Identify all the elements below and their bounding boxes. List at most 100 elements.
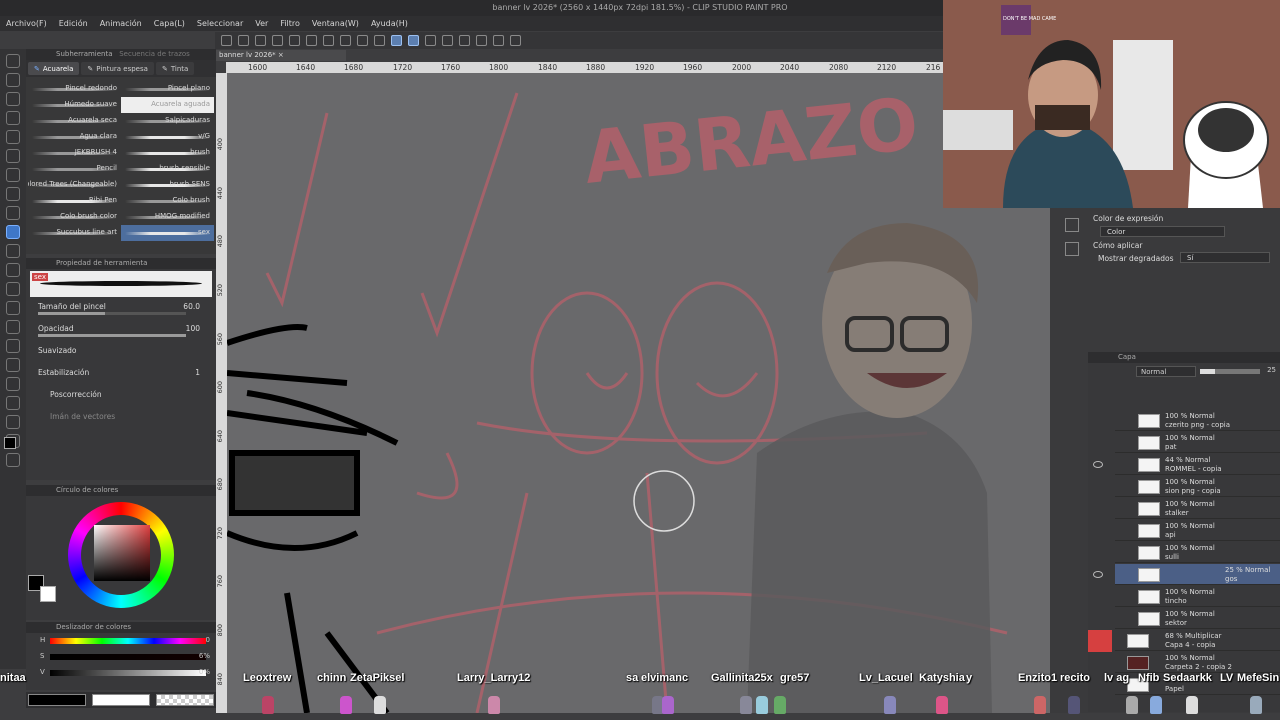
auto-select-tool-icon[interactable] <box>6 149 20 163</box>
menu-filtro[interactable]: Filtro <box>280 19 300 28</box>
brush-item[interactable]: Húmedo suave <box>28 97 121 113</box>
frame-tool-icon[interactable] <box>6 377 20 391</box>
layer-row-selected[interactable]: 25 % Normal gos <box>1093 564 1280 585</box>
brush-item[interactable]: JEKBRUSH 4 <box>28 145 121 161</box>
brush-item[interactable]: Colo brush <box>121 193 214 209</box>
document-tab[interactable]: banner lv 2026* × <box>216 50 346 61</box>
decoration-tool-icon[interactable] <box>6 263 20 277</box>
text-tool-icon[interactable] <box>6 415 20 429</box>
layer-property-icon[interactable] <box>1065 218 1079 232</box>
menu-ayuda[interactable]: Ayuda(H) <box>371 19 408 28</box>
layer-row[interactable]: 100 % Normal Carpeta 2 - copia 2 <box>1115 652 1280 673</box>
brush-tool-icon[interactable] <box>6 225 20 239</box>
open-file-icon[interactable] <box>238 35 249 46</box>
smoothing-row[interactable]: Suavizado <box>26 343 216 365</box>
menu-ver[interactable]: Ver <box>255 19 268 28</box>
brush-item[interactable]: Colored Trees (Changeable) <box>28 177 121 193</box>
layer-row[interactable]: 100 % Normal czerito png - copia <box>1115 410 1280 431</box>
brush-item[interactable]: HMOG modified <box>121 209 214 225</box>
brush-item[interactable]: Succubus line art <box>28 225 121 241</box>
zoom-tool-icon[interactable] <box>6 54 20 68</box>
expression-color-dropdown[interactable]: Color <box>1100 226 1225 237</box>
figure-tool-icon[interactable] <box>6 358 20 372</box>
pencil-tool-icon[interactable] <box>6 206 20 220</box>
transform-icon[interactable] <box>340 35 351 46</box>
saturation-value-square[interactable] <box>94 525 150 581</box>
close-tab-icon[interactable]: × <box>278 51 284 59</box>
layer-row[interactable]: 100 % Normal api <box>1115 520 1280 541</box>
layer-row[interactable]: 100 % Normal pat <box>1115 432 1280 453</box>
ruler-tool-icon[interactable] <box>6 396 20 410</box>
undo-icon[interactable] <box>272 35 283 46</box>
layer-opacity-slider[interactable] <box>1200 369 1260 374</box>
layer-row[interactable]: 100 % Normal sulli <box>1115 542 1280 563</box>
slider-h[interactable]: H0 <box>26 633 216 649</box>
brush-item[interactable]: Pincel plano <box>121 81 214 97</box>
brush-item[interactable]: Agua clara <box>28 129 121 145</box>
brush-item[interactable]: Salpicaduras <box>121 113 214 129</box>
post-correction-row[interactable]: Poscorrección <box>26 387 216 409</box>
pen-tool-icon[interactable] <box>6 187 20 201</box>
zoom-fit-icon[interactable] <box>476 35 487 46</box>
blend-mode-dropdown[interactable]: Normal <box>1136 366 1196 377</box>
brush-item[interactable]: Pencil <box>28 161 121 177</box>
snap-grid-icon[interactable] <box>425 35 436 46</box>
slider-s[interactable]: S 6% <box>26 649 216 665</box>
selection-tool-icon[interactable] <box>6 130 20 144</box>
snap-ruler-icon[interactable] <box>391 35 402 46</box>
move-tool-icon[interactable] <box>6 73 20 87</box>
layer-row[interactable]: 44 % Normal ROMMEL - copia <box>1093 454 1280 475</box>
fill-tool-icon[interactable] <box>6 320 20 334</box>
brush-item[interactable]: brush SENS <box>121 177 214 193</box>
settings-icon[interactable] <box>510 35 521 46</box>
flip-icon[interactable] <box>459 35 470 46</box>
crop-icon[interactable] <box>374 35 385 46</box>
new-file-icon[interactable] <box>221 35 232 46</box>
menu-archivo[interactable]: Archivo(F) <box>6 19 47 28</box>
layer-row[interactable]: 100 % Normal tincho <box>1115 586 1280 607</box>
fill-icon[interactable] <box>323 35 334 46</box>
menu-animacion[interactable]: Animación <box>100 19 142 28</box>
drawing-canvas[interactable]: ABRAZO <box>227 73 1050 713</box>
move-layer-tool-icon[interactable] <box>6 111 20 125</box>
layer-row[interactable]: 100 % Normal sion png - copia <box>1115 476 1280 497</box>
sub-color-chip[interactable] <box>40 586 56 602</box>
help-icon[interactable] <box>442 35 453 46</box>
brush-item[interactable]: Bibi Pen <box>28 193 121 209</box>
opacity-row[interactable]: Opacidad 100 <box>26 321 216 343</box>
eraser-tool-icon[interactable] <box>6 282 20 296</box>
brush-size-row[interactable]: Tamaño del pincel 60.0 <box>26 299 216 321</box>
blend-tool-icon[interactable] <box>6 301 20 315</box>
airbrush-tool-icon[interactable] <box>6 244 20 258</box>
operation-tool-icon[interactable] <box>6 92 20 106</box>
tab-acuarela[interactable]: ✎ Acuarela <box>28 62 80 75</box>
tab-tinta[interactable]: ✎ Tinta <box>155 62 195 75</box>
menu-ventana[interactable]: Ventana(W) <box>312 19 359 28</box>
menu-capa[interactable]: Capa(L) <box>154 19 185 28</box>
gradient-tool-icon[interactable] <box>6 339 20 353</box>
stabilization-row[interactable]: Estabilización 1 <box>26 365 216 387</box>
layer-row[interactable]: 100 % Normal stalker <box>1115 498 1280 519</box>
gradients-dropdown[interactable]: Sí <box>1180 252 1270 263</box>
visibility-eye-icon[interactable] <box>1093 461 1103 468</box>
brush-item[interactable]: brush sensible <box>121 161 214 177</box>
brush-item[interactable]: Pincel redondo <box>28 81 121 97</box>
correct-line-tool-icon[interactable] <box>6 453 20 467</box>
brush-item-selected[interactable]: sex <box>121 225 214 241</box>
snap-special-ruler-icon[interactable] <box>408 35 419 46</box>
redo-icon[interactable] <box>289 35 300 46</box>
rotate-icon[interactable] <box>493 35 504 46</box>
deselect-icon[interactable] <box>357 35 368 46</box>
menu-seleccionar[interactable]: Seleccionar <box>197 19 243 28</box>
layer-search-icon[interactable] <box>1065 242 1079 256</box>
save-icon[interactable] <box>255 35 266 46</box>
visibility-eye-icon[interactable] <box>1093 571 1103 578</box>
tab-pintura-espesa[interactable]: ✎ Pintura espesa <box>81 62 154 75</box>
main-color-swatch[interactable] <box>4 437 16 449</box>
brush-item[interactable]: Acuarela seca <box>28 113 121 129</box>
clear-icon[interactable] <box>306 35 317 46</box>
vector-magnet-row[interactable]: Imán de vectores <box>26 409 216 431</box>
menu-edicion[interactable]: Edición <box>59 19 88 28</box>
brush-item[interactable]: Acuarela aguada <box>121 97 214 113</box>
layer-row[interactable]: 68 % Multiplicar Capa 4 - copia <box>1115 630 1280 651</box>
